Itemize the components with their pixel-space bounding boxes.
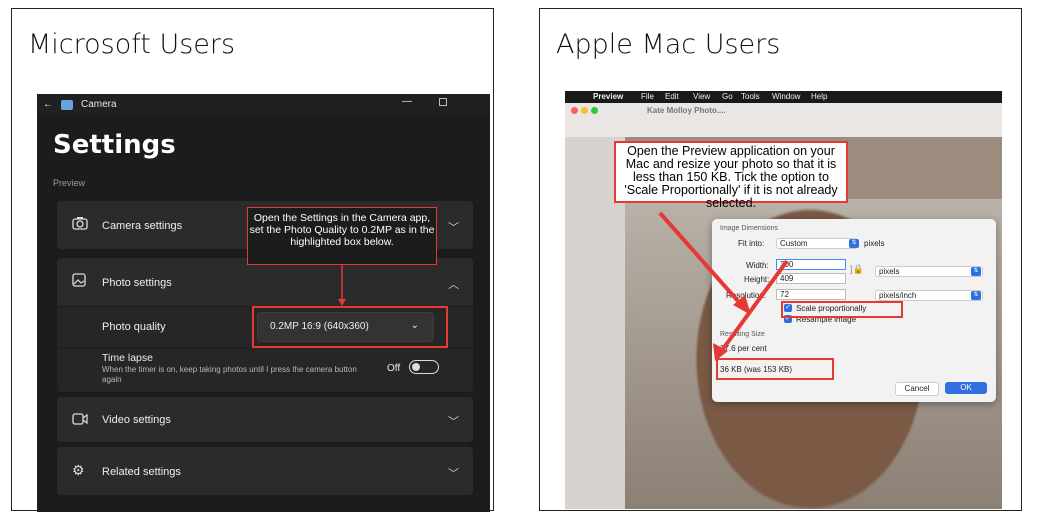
panel-title: Microsoft Users [28, 29, 236, 60]
panel-title: Apple Mac Users [556, 29, 781, 60]
photo-quality-highlight [252, 306, 448, 348]
callout-arrow [338, 265, 346, 306]
microsoft-panel: Microsoft Users ← Camera — Settings Prev… [11, 8, 494, 512]
preview-screenshot: Preview File Edit View Go Tools Window H… [565, 91, 1002, 509]
callout-arrows [658, 211, 789, 361]
camera-settings-window: ← Camera — Settings Preview Camera setti… [37, 94, 490, 512]
mac-panel: Apple Mac Users Preview File Edit View G… [539, 8, 1022, 511]
